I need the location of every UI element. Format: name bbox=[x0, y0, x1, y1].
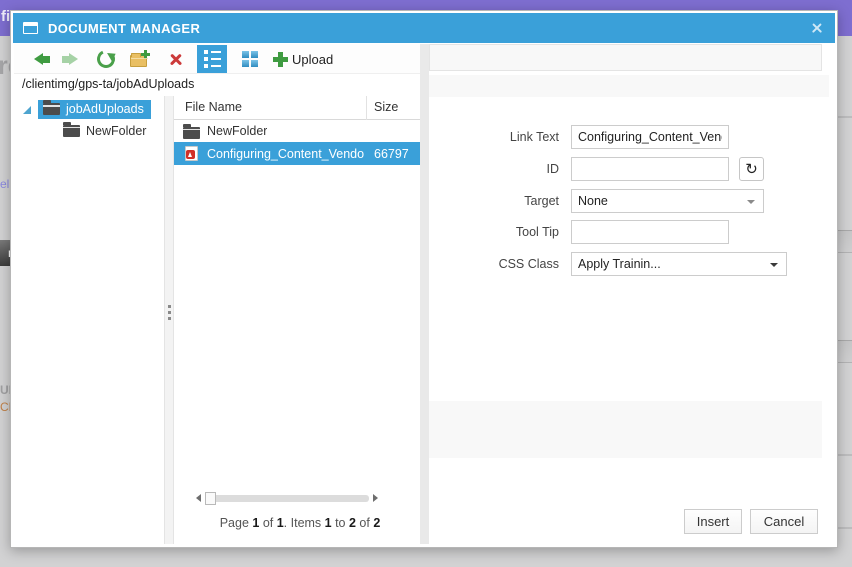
panel-divider[interactable] bbox=[420, 44, 429, 544]
refresh-button[interactable] bbox=[94, 47, 118, 71]
collapse-triangle-icon[interactable] bbox=[23, 105, 31, 114]
folder-tree: jobAdUploads NewFolder bbox=[14, 96, 164, 544]
new-folder-icon bbox=[129, 49, 150, 67]
delete-x-icon bbox=[168, 51, 184, 67]
panel-lower-strip bbox=[429, 401, 822, 458]
splitter-gripper-icon[interactable] bbox=[168, 305, 171, 320]
column-header-size[interactable]: Size bbox=[374, 100, 398, 114]
list-view-button[interactable] bbox=[197, 45, 227, 73]
back-arrow-icon bbox=[33, 53, 50, 65]
horizontal-scrollbar[interactable] bbox=[196, 491, 378, 505]
tree-item-root[interactable]: jobAdUploads bbox=[14, 99, 164, 120]
field-row-id: ID ↻ bbox=[429, 157, 834, 181]
refresh-glyph-icon: ↻ bbox=[745, 161, 758, 178]
upload-label[interactable]: Upload bbox=[292, 52, 333, 67]
dialog-title: DOCUMENT MANAGER bbox=[48, 20, 201, 36]
folder-icon bbox=[43, 100, 60, 115]
tool-tip-label: Tool Tip bbox=[515, 225, 559, 239]
forward-arrow-icon bbox=[61, 53, 78, 65]
file-name-cell: NewFolder bbox=[207, 124, 268, 138]
field-row-target: Target None bbox=[429, 189, 834, 213]
css-class-select[interactable]: Apply Trainin... bbox=[571, 252, 787, 276]
scroll-right-icon[interactable] bbox=[373, 494, 378, 502]
back-button[interactable] bbox=[26, 47, 50, 71]
folder-icon bbox=[181, 123, 201, 139]
link-text-input[interactable] bbox=[571, 125, 729, 149]
file-grid: File Name Size NewFolder Configuring_Con… bbox=[174, 96, 426, 544]
chevron-down-icon bbox=[770, 263, 778, 267]
tool-tip-input[interactable] bbox=[571, 220, 729, 244]
pdf-icon bbox=[181, 146, 201, 161]
file-size-cell: 66797 bbox=[374, 146, 409, 161]
refresh-icon bbox=[94, 47, 118, 71]
cancel-button[interactable]: Cancel bbox=[750, 509, 818, 534]
panel-subheader-box bbox=[429, 75, 829, 97]
grid-view-icon bbox=[242, 51, 258, 67]
table-row-selected[interactable]: Configuring_Content_Vendo 66797 bbox=[174, 142, 426, 165]
chevron-down-icon bbox=[747, 200, 755, 204]
link-text-label: Link Text bbox=[509, 130, 559, 144]
tree-splitter[interactable] bbox=[164, 96, 174, 544]
close-icon[interactable] bbox=[809, 20, 825, 36]
target-label: Target bbox=[524, 194, 559, 208]
tree-root-selected[interactable]: jobAdUploads bbox=[38, 100, 151, 119]
insert-button[interactable]: Insert bbox=[684, 509, 742, 534]
id-refresh-button[interactable]: ↻ bbox=[739, 157, 764, 181]
grid-view-button[interactable] bbox=[235, 45, 265, 73]
target-selected-value: None bbox=[578, 194, 608, 208]
id-label: ID bbox=[546, 162, 560, 176]
folder-icon bbox=[63, 121, 80, 137]
tree-root-label: jobAdUploads bbox=[66, 102, 144, 116]
column-header-file-name[interactable]: File Name bbox=[185, 100, 242, 114]
breadcrumb-path: /clientimg/gps-ta/jobAdUploads bbox=[22, 77, 195, 91]
background-row-line bbox=[836, 116, 852, 118]
css-class-label: CSS Class bbox=[498, 257, 559, 271]
background-row-band bbox=[836, 340, 852, 363]
target-select[interactable]: None bbox=[571, 189, 764, 213]
delete-button[interactable] bbox=[164, 47, 188, 71]
tree-item-child[interactable]: NewFolder bbox=[63, 120, 164, 141]
field-row-css-class: CSS Class Apply Trainin... bbox=[429, 252, 834, 276]
panel-header-box bbox=[429, 44, 822, 71]
table-row[interactable]: NewFolder bbox=[174, 120, 426, 142]
explorer-area: jobAdUploads NewFolder File Name Size Ne… bbox=[14, 96, 426, 544]
tree-child-label: NewFolder bbox=[86, 123, 147, 138]
screen: fic re el: rn UI' CRI DOCUMENT MANAGER bbox=[0, 0, 852, 567]
dialog-titlebar[interactable]: DOCUMENT MANAGER bbox=[13, 13, 835, 43]
background-row-band bbox=[836, 230, 852, 253]
grid-header-row: File Name Size bbox=[174, 96, 426, 120]
file-toolbar: Upload bbox=[14, 44, 426, 74]
field-row-link-text: Link Text bbox=[429, 125, 834, 149]
pager: Page 1 of 1. Items 1 to 2 of 2 bbox=[219, 516, 381, 530]
scrollbar-thumb[interactable] bbox=[205, 491, 216, 505]
upload-plus-icon bbox=[272, 51, 288, 67]
document-manager-dialog: DOCUMENT MANAGER Upload /clientimg/gps-t… bbox=[10, 10, 838, 548]
background-row-line bbox=[836, 454, 852, 456]
link-properties-panel: Link Text ID ↻ Target None Tool Tip bbox=[429, 44, 834, 544]
file-browser-section: Upload /clientimg/gps-ta/jobAdUploads jo… bbox=[14, 44, 426, 544]
file-name-cell: Configuring_Content_Vendo bbox=[207, 146, 365, 161]
background-table-edge bbox=[836, 36, 852, 567]
scroll-left-icon[interactable] bbox=[196, 494, 201, 502]
plus-icon bbox=[140, 49, 150, 59]
column-divider bbox=[366, 96, 367, 120]
field-row-tool-tip: Tool Tip bbox=[429, 220, 834, 244]
css-class-selected-value: Apply Trainin... bbox=[578, 257, 661, 271]
id-input[interactable] bbox=[571, 157, 729, 181]
scrollbar-track[interactable] bbox=[205, 491, 369, 505]
background-row-line bbox=[836, 527, 852, 529]
list-view-icon bbox=[203, 50, 221, 68]
new-folder-button[interactable] bbox=[126, 47, 150, 71]
upload-button[interactable] bbox=[268, 47, 292, 71]
forward-button[interactable] bbox=[61, 47, 85, 71]
window-icon bbox=[23, 22, 38, 34]
